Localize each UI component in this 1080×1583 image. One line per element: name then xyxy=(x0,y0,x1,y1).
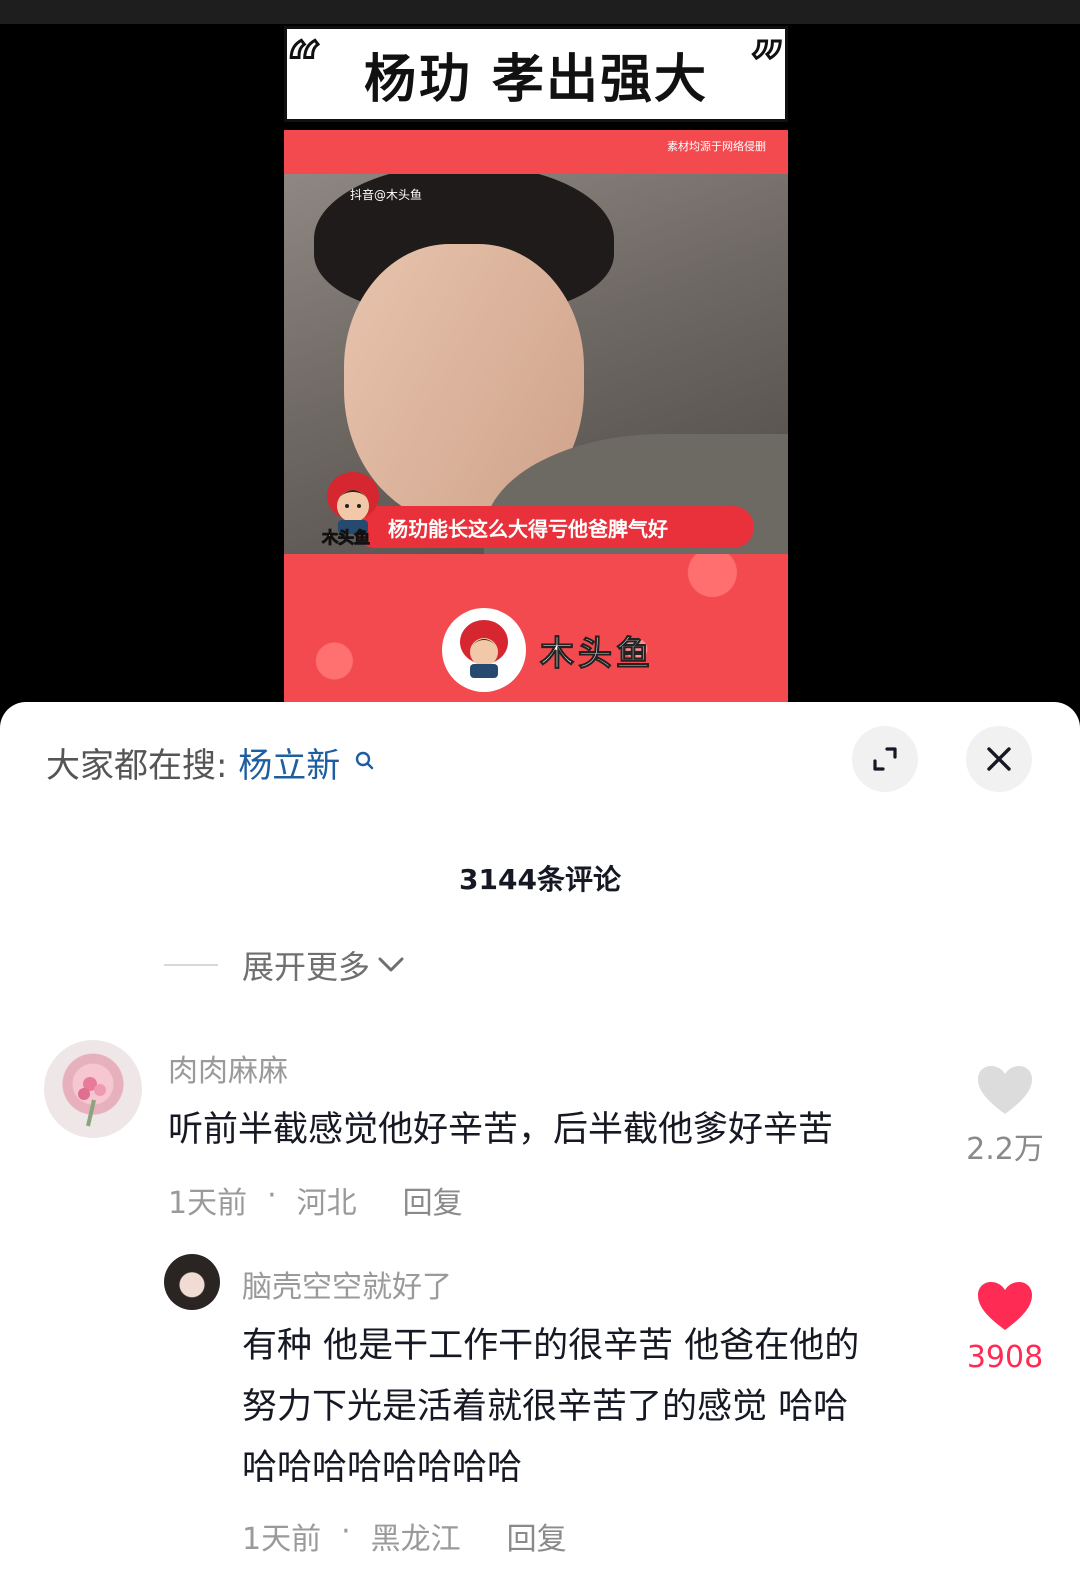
douyin-watermark: 抖音@木头鱼 xyxy=(350,188,423,202)
subtitle-text: 杨玏能长这么大得亏他爸脾气好 xyxy=(388,516,668,541)
expand-more-button[interactable]: 展开更多 xyxy=(164,942,406,988)
comment-meta: 1天前 · 河北 回复 xyxy=(168,1178,463,1222)
source-note: 素材均源于网络侵删 xyxy=(667,140,766,153)
comment-text: 听前半截感觉他好辛苦，后半截他爹好辛苦 xyxy=(168,1110,834,1150)
expand-more-label: 展开更多 xyxy=(242,948,371,986)
comment-text-line: 哈哈哈哈哈哈哈哈 xyxy=(242,1448,523,1488)
video-title-banner: “ 杨玏 孝出强大 ” xyxy=(284,26,788,122)
video-player[interactable]: “ 杨玏 孝出强大 ” 素材均源于网络侵删 抖音@木头鱼 杨玏能长这么大得亏他爸… xyxy=(0,0,1080,720)
search-icon xyxy=(355,742,375,782)
status-bar xyxy=(0,0,1080,24)
comment-text-line: 有种 他是干工作干的很辛苦 他爸在他的 xyxy=(242,1326,860,1366)
comment-time: 1天前 xyxy=(168,1186,248,1221)
brand-name: 木头鱼 xyxy=(540,633,654,674)
mascot-label: 木头鱼 xyxy=(321,528,371,548)
mascot-icon: 木头鱼 xyxy=(318,466,388,548)
search-term-link[interactable]: 杨立新 xyxy=(238,746,340,786)
comment-meta: 1天前 · 黑龙江 回复 xyxy=(242,1514,567,1558)
avatar[interactable] xyxy=(164,1254,220,1310)
reply-button[interactable]: 回复 xyxy=(403,1178,463,1222)
like-count: 3908 xyxy=(966,1340,1044,1375)
comment-count: 3144条评论 xyxy=(459,863,621,896)
heart-filled-icon xyxy=(978,1282,1032,1330)
close-button[interactable] xyxy=(966,726,1032,792)
close-icon xyxy=(987,747,1011,771)
comment-username[interactable]: 肉肉麻麻 xyxy=(168,1046,288,1090)
quote-right-mark: ” xyxy=(749,30,786,100)
heart-outline-icon xyxy=(978,1066,1032,1114)
comment-location: 河北 xyxy=(296,1186,357,1221)
comment-time: 1天前 xyxy=(242,1522,322,1557)
like-count: 2.2万 xyxy=(966,1132,1044,1167)
video-subtitle: 杨玏能长这么大得亏他爸脾气好 xyxy=(354,506,754,548)
comment-username[interactable]: 脑壳空空就好了 xyxy=(242,1262,452,1306)
comment-text: 有种 他是干工作干的很辛苦 他爸在他的 努力下光是活着就很辛苦了的感觉 哈哈 哈… xyxy=(242,1316,962,1499)
video-title: 杨玏 孝出强大 xyxy=(363,49,709,110)
comment-text-line: 努力下光是活着就很辛苦了的感觉 哈哈 xyxy=(242,1387,849,1427)
meta-separator: · xyxy=(341,1514,351,1549)
meta-separator: · xyxy=(267,1178,277,1213)
brand-logo: 木头鱼 xyxy=(442,608,654,692)
video-frame: 素材均源于网络侵删 抖音@木头鱼 杨玏能长这么大得亏他爸脾气好 木头鱼 木头鱼 xyxy=(284,130,788,720)
avatar[interactable] xyxy=(44,1040,142,1138)
reply-button[interactable]: 回复 xyxy=(507,1514,567,1558)
expand-icon xyxy=(873,747,897,771)
comment-location: 黑龙江 xyxy=(370,1522,461,1557)
chevron-down-icon xyxy=(378,957,404,972)
search-prefix: 大家都在搜: xyxy=(46,746,228,786)
comment-sheet: 大家都在搜: 杨立新 3144条评论 展开更多 肉肉麻麻 听前半截感觉他好辛苦，… xyxy=(0,702,1080,1583)
brand-mascot-icon xyxy=(442,608,526,692)
divider xyxy=(164,964,218,966)
like-button[interactable]: 3908 xyxy=(950,1280,1060,1375)
like-button[interactable]: 2.2万 xyxy=(950,1064,1060,1168)
expand-button[interactable] xyxy=(852,726,918,792)
quote-left-mark: “ xyxy=(286,30,323,100)
trending-search[interactable]: 大家都在搜: 杨立新 xyxy=(46,738,375,787)
